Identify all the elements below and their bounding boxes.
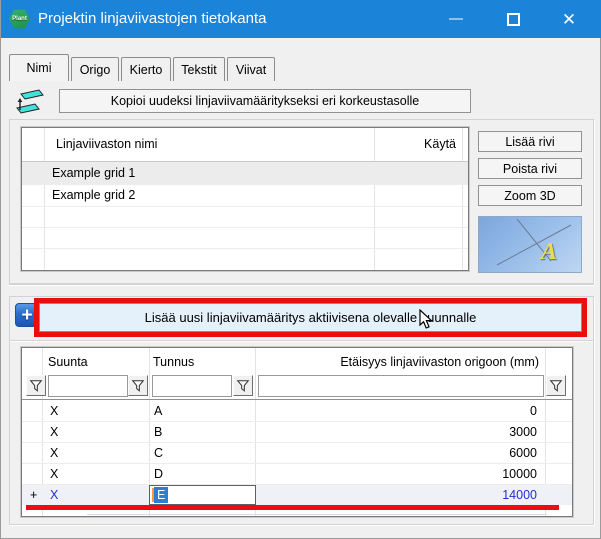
mouse-cursor-icon [419,309,433,330]
maximize-button[interactable] [493,0,533,38]
filter-input-distance[interactable] [258,375,544,397]
filter-row-separator [22,399,572,400]
zoom-3d-button[interactable]: Zoom 3D [478,185,582,206]
funnel-icon [549,379,563,393]
gridline [22,206,468,207]
minimize-button[interactable] [436,0,476,38]
column-header-distance[interactable]: Etäisyys linjaviivaston origoon (mm) [255,355,539,369]
window-title: Projektin linjaviivastojen tietokanta [38,10,266,27]
separator [9,284,594,285]
column-header-label[interactable]: Tunnus [153,355,194,369]
annotation-red-line [26,505,559,510]
add-definition-button[interactable]: Lisää uusi linjaviivamääritys aktiivisen… [39,303,582,332]
delete-row-button[interactable]: Poista rivi [478,158,582,179]
table-row[interactable]: X B 3000 [22,422,572,442]
axes-icon [479,217,581,272]
tab-origo[interactable]: Origo [71,57,119,81]
filter-button-selector[interactable] [26,375,46,396]
close-button[interactable]: ✕ [549,0,589,38]
tab-viivat[interactable]: Viivat [227,57,275,81]
grid-3d-preview[interactable]: A [478,216,582,273]
selected-text: E [154,487,168,503]
column-header-use[interactable]: Käytä [374,137,456,151]
copy-definition-button[interactable]: Kopioi uudeksi linjaviivamääritykseksi e… [59,89,471,113]
grid-lines-table: Suunta Tunnus Etäisyys linjaviivaston or… [21,347,573,517]
tab-kierto[interactable]: Kierto [121,57,171,81]
funnel-icon [29,379,43,393]
annotation-red-box: Lisää uusi linjaviivamääritys aktiivisen… [34,298,587,337]
plus-icon: + [21,306,32,325]
copy-to-level-icon [13,88,45,116]
funnel-icon [131,379,145,393]
table-row[interactable]: X A 0 [22,401,572,421]
filter-button-distance[interactable] [546,375,566,396]
filter-input-label[interactable] [152,375,232,397]
filter-button-direction[interactable] [128,375,148,396]
table-row-selected[interactable]: Example grid 1 [22,162,468,184]
title-bar[interactable]: Plant Projektin linjaviivastojen tietoka… [1,0,601,38]
table-row[interactable]: Example grid 2 [22,185,468,206]
clipped-row-hint [87,514,547,515]
add-row-button[interactable]: Lisää rivi [478,131,582,152]
app-icon-label: Plant [12,16,27,22]
separator [10,340,593,341]
gridline [22,248,468,249]
maximize-icon [507,13,520,26]
label-edit-cell[interactable]: E [149,485,256,505]
table-row[interactable]: X C 6000 [22,443,572,463]
column-header-direction[interactable]: Suunta [48,355,88,369]
funnel-icon [236,379,250,393]
grid-name-table: Linjaviivaston nimi Käytä Example grid 1… [21,127,469,271]
gridline [22,227,468,228]
filter-input-direction[interactable] [48,375,128,397]
table-row-new[interactable]: + X E 14000 [22,485,572,505]
tab-tekstit[interactable]: Tekstit [173,57,225,81]
table-row[interactable]: X D 10000 [22,464,572,484]
column-header-name[interactable]: Linjaviivaston nimi [56,137,157,151]
close-icon: ✕ [562,11,576,28]
filter-button-label[interactable] [233,375,253,396]
dialog-window: Plant Projektin linjaviivastojen tietoka… [0,0,601,539]
tab-nimi[interactable]: Nimi [9,54,69,81]
new-row-marker: + [30,488,37,502]
app-icon: Plant [9,9,30,29]
preview-letter: A [541,239,557,266]
minimize-icon [449,18,463,20]
